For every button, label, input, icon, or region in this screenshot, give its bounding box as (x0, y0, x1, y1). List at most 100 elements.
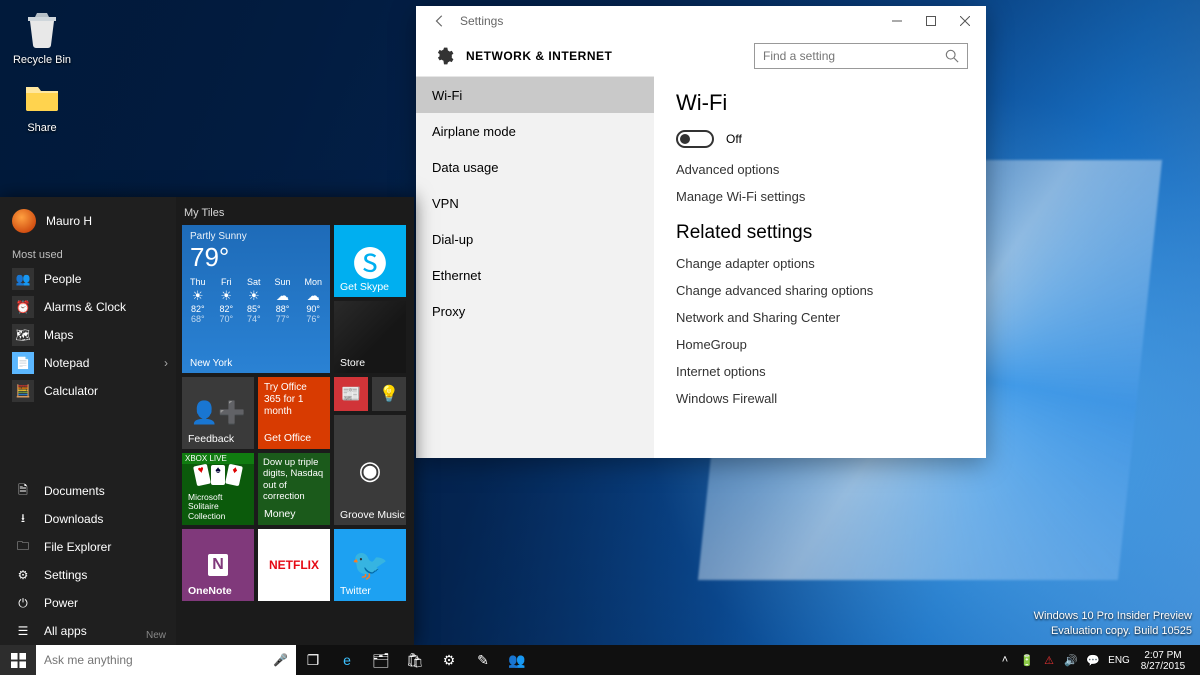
place-settings[interactable]: ⚙Settings (0, 561, 176, 589)
taskbar-people[interactable]: 👥 (500, 645, 534, 675)
app-label: Alarms & Clock (44, 300, 126, 314)
twitter-icon: 🐦 (351, 548, 388, 583)
tray-action-center-icon[interactable]: 💬 (1082, 645, 1104, 675)
taskbar-ink[interactable]: ✎ (466, 645, 500, 675)
cortana-search-input[interactable] (44, 653, 273, 667)
close-button[interactable] (948, 7, 982, 35)
start-left-column: Mauro H Most used 👥People ⏰ Alarms & Cloc… (0, 197, 176, 645)
link-internet-options[interactable]: Internet options (676, 364, 964, 379)
tile-get-skype[interactable]: 🅢 Get Skype (334, 225, 406, 297)
place-documents[interactable]: 🗎Documents (0, 477, 176, 505)
tile-money[interactable]: Dow up triple digits, Nasdaq out of corr… (258, 453, 330, 525)
map-icon: 🗺 (12, 324, 34, 346)
share-folder-icon[interactable]: Share (6, 74, 78, 142)
app-label: Calculator (44, 384, 98, 398)
tile-tips[interactable]: 💡 (372, 377, 406, 411)
maximize-button[interactable] (914, 7, 948, 35)
tile-store[interactable]: Store (334, 301, 406, 373)
recycle-bin-icon[interactable]: Recycle Bin (6, 6, 78, 74)
power-icon: ⏻ (12, 592, 34, 614)
link-homegroup[interactable]: HomeGroup (676, 337, 964, 352)
weather-city: New York (190, 358, 232, 369)
desktop-icon-label: Share (6, 122, 78, 134)
start-tiles-area: My Tiles Partly Sunny 79° Thu☀82°68°Fri☀… (176, 197, 414, 645)
clock-icon: ⏰ (12, 296, 34, 318)
tile-groove-music[interactable]: ◉ Groove Music (334, 415, 406, 525)
tray-battery-icon[interactable]: 🔋 (1016, 645, 1038, 675)
app-label: Maps (44, 328, 73, 342)
place-file-explorer[interactable]: 🗀File Explorer (0, 533, 176, 561)
settings-search[interactable] (754, 43, 968, 69)
settings-search-input[interactable] (763, 49, 945, 63)
tile-feedback[interactable]: 👤➕ Feedback (182, 377, 254, 449)
weather-condition: Partly Sunny (190, 231, 322, 242)
related-settings-heading: Related settings (676, 222, 964, 244)
tray-network-icon[interactable]: ⚠ (1038, 645, 1060, 675)
calculator-icon: 🧮 (12, 380, 34, 402)
nav-item-data-usage[interactable]: Data usage (416, 149, 654, 185)
watermark-line2: Evaluation copy. Build 10525 (1034, 624, 1192, 639)
tile-news[interactable]: 📰 (334, 377, 368, 411)
nav-item-proxy[interactable]: Proxy (416, 293, 654, 329)
avatar-icon (12, 209, 36, 233)
tile-weather[interactable]: Partly Sunny 79° Thu☀82°68°Fri☀82°70°Sat… (182, 225, 330, 373)
watermark-line1: Windows 10 Pro Insider Preview (1034, 609, 1192, 624)
tray-volume-icon[interactable]: 🔊 (1060, 645, 1082, 675)
app-alarms-clock[interactable]: ⏰ Alarms & Clock (0, 293, 176, 321)
tile-caption: Get Skype (340, 281, 389, 293)
place-downloads[interactable]: ⭳Downloads (0, 505, 176, 533)
start-button[interactable] (0, 645, 36, 675)
link-advanced-options[interactable]: Advanced options (676, 162, 964, 177)
back-button[interactable] (426, 7, 454, 35)
gear-icon (434, 46, 454, 66)
tray-overflow[interactable]: ˄ (994, 645, 1016, 675)
tile-caption: Money (264, 508, 296, 521)
link-windows-firewall[interactable]: Windows Firewall (676, 391, 964, 406)
settings-titlebar[interactable]: Settings (416, 6, 986, 36)
place-power[interactable]: ⏻Power (0, 589, 176, 617)
link-change-adapter-options[interactable]: Change adapter options (676, 256, 964, 271)
link-manage-wifi-settings[interactable]: Manage Wi-Fi settings (676, 189, 964, 204)
place-all-apps[interactable]: ☰All appsNew (0, 617, 176, 645)
app-notepad[interactable]: 📄Notepad› (0, 349, 176, 377)
minimize-button[interactable] (880, 7, 914, 35)
tray-language[interactable]: ENG (1104, 645, 1134, 675)
taskbar-file-explorer[interactable]: 🗂 (364, 645, 398, 675)
app-maps[interactable]: 🗺 Maps (0, 321, 176, 349)
system-tray: ˄ 🔋 ⚠ 🔊 💬 ENG 2:07 PM 8/27/2015 (992, 645, 1200, 675)
app-calculator[interactable]: 🧮 Calculator (0, 377, 176, 405)
most-used-label: Most used (0, 243, 176, 265)
task-view-button[interactable]: ❐ (296, 645, 330, 675)
app-people[interactable]: 👥People (0, 265, 176, 293)
notepad-icon: 📄 (12, 352, 34, 374)
wifi-toggle[interactable] (676, 130, 714, 148)
nav-item-wifi[interactable]: Wi-Fi (416, 77, 654, 113)
microphone-icon[interactable]: 🎤 (273, 653, 288, 667)
xbox-badge: XBOX LIVE (182, 453, 254, 464)
taskbar-edge[interactable]: e (330, 645, 364, 675)
link-change-advanced-sharing[interactable]: Change advanced sharing options (676, 283, 964, 298)
tray-clock[interactable]: 2:07 PM 8/27/2015 (1134, 648, 1192, 673)
settings-nav: Wi-Fi Airplane mode Data usage VPN Dial-… (416, 76, 654, 458)
start-user-button[interactable]: Mauro H (0, 203, 176, 243)
taskbar-store[interactable]: 🛍 (398, 645, 432, 675)
tile-get-office[interactable]: Try Office 365 for 1 month Get Office (258, 377, 330, 449)
nav-item-airplane-mode[interactable]: Airplane mode (416, 113, 654, 149)
weather-temp: 79° (190, 242, 322, 273)
chevron-right-icon: › (164, 356, 168, 370)
explorer-icon: 🗀 (12, 536, 34, 558)
gear-icon: ⚙ (12, 564, 34, 586)
taskbar-settings[interactable]: ⚙ (432, 645, 466, 675)
settings-header: NETWORK & INTERNET (416, 36, 986, 76)
link-network-sharing-center[interactable]: Network and Sharing Center (676, 310, 964, 325)
weather-forecast: Thu☀82°68°Fri☀82°70°Sat☀85°74°Sun☁88°77°… (190, 277, 322, 324)
desktop-icon-label: Recycle Bin (6, 54, 78, 66)
nav-item-dialup[interactable]: Dial-up (416, 221, 654, 257)
taskbar-search[interactable]: 🎤 (36, 645, 296, 675)
nav-item-ethernet[interactable]: Ethernet (416, 257, 654, 293)
tile-twitter[interactable]: 🐦 Twitter (334, 529, 406, 601)
tile-solitaire[interactable]: XBOX LIVE ♥ ♠ ♦ Microsoft Solitaire Coll… (182, 453, 254, 525)
tile-onenote[interactable]: N OneNote (182, 529, 254, 601)
tile-netflix[interactable]: NETFLIX (258, 529, 330, 601)
nav-item-vpn[interactable]: VPN (416, 185, 654, 221)
